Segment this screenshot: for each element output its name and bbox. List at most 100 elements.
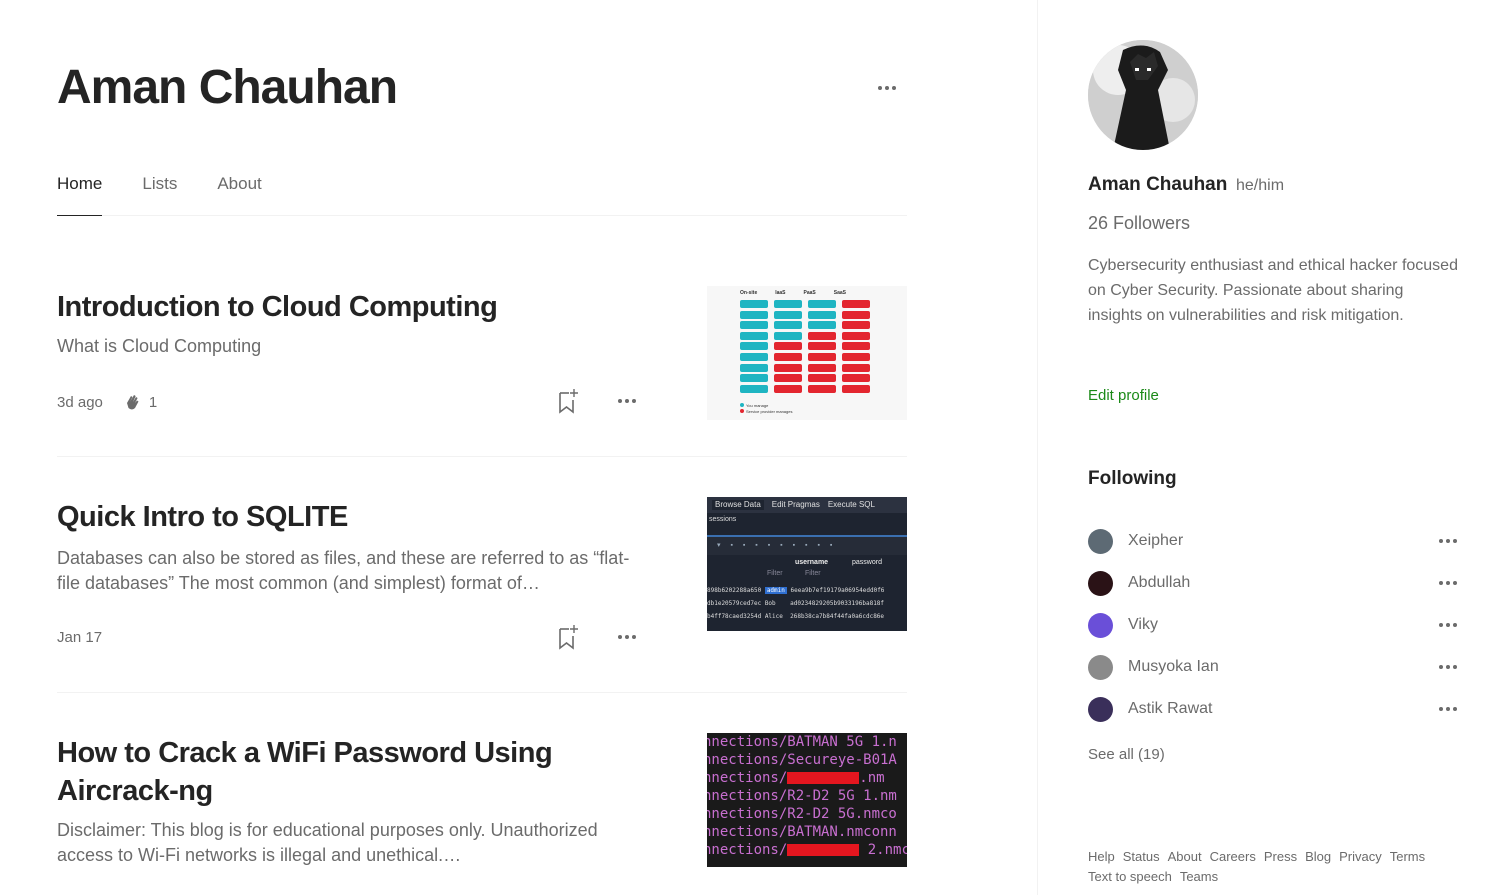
thumbnail-terminal: nnections/BATMAN 5G 1.n nnections/Securey…	[707, 733, 907, 859]
thumb-cell	[774, 331, 802, 340]
thumbnail-headers: On-site IaaS PaaS SaaS	[740, 290, 846, 296]
article-title[interactable]: How to Crack a WiFi Password Using Aircr…	[57, 734, 657, 810]
thumb-cell	[774, 342, 802, 351]
bookmark-add-icon[interactable]	[557, 388, 579, 414]
thumb-cell	[740, 363, 768, 372]
redaction-bar	[787, 844, 860, 856]
following-item[interactable]: Abdullah	[1088, 562, 1460, 604]
footer-link-blog[interactable]: Blog	[1305, 848, 1331, 865]
more-options-icon[interactable]	[1436, 573, 1460, 593]
thumb-table-label: sessions	[709, 516, 737, 523]
article-card: How to Crack a WiFi Password Using Aircr…	[57, 708, 907, 895]
thumb-cell	[808, 352, 836, 361]
thumb-cell	[842, 300, 870, 308]
thumb-filter: Filter	[805, 570, 821, 577]
thumb-cell	[774, 300, 802, 308]
thumb-tab: Edit Pragmas	[771, 500, 820, 509]
thumb-col: password	[852, 559, 882, 566]
avatar[interactable]	[1088, 40, 1198, 150]
thumb-header: On-site	[740, 290, 758, 296]
footer-link-status[interactable]: Status	[1123, 848, 1160, 865]
thumb-cell	[808, 384, 836, 393]
more-options-icon[interactable]	[1436, 699, 1460, 719]
more-options-icon[interactable]	[1436, 531, 1460, 551]
footer-link-careers[interactable]: Careers	[1210, 848, 1256, 865]
following-name[interactable]: Musyoka Ian	[1128, 658, 1219, 676]
pronoun-label: he/him	[1236, 177, 1285, 194]
thumb-cell	[740, 384, 768, 393]
thumb-cell	[808, 363, 836, 372]
article-thumbnail[interactable]: Browse Data Edit Pragmas Execute SQL ses…	[707, 497, 907, 631]
edit-profile-link[interactable]: Edit profile	[1088, 387, 1159, 404]
tab-lists[interactable]: Lists	[142, 170, 177, 216]
clap-button[interactable]: 1	[123, 392, 157, 412]
article-date: 3d ago	[57, 393, 103, 411]
more-options-icon[interactable]	[870, 76, 904, 100]
terminal-line: nnections/.nm	[707, 770, 885, 786]
article-date: Jan 17	[57, 629, 103, 646]
thumb-cell	[808, 374, 836, 383]
article-card: Introduction to Cloud Computing What is …	[57, 262, 907, 457]
article-thumbnail[interactable]: nnections/BATMAN 5G 1.n nnections/Securey…	[707, 733, 907, 867]
thumb-row: db1e20579ced7ec Bob ad0234829205b9033196…	[707, 600, 885, 607]
terminal-line: nnections/R2-D2 5G 1.nm	[707, 788, 897, 804]
thumb-cell	[842, 310, 870, 319]
following-heading: Following	[1088, 468, 1177, 489]
footer-link-about[interactable]: About	[1168, 848, 1202, 865]
thumbnail-tabs: Browse Data Edit Pragmas Execute SQL	[707, 497, 907, 513]
avatar	[1088, 570, 1113, 596]
article-more-icon[interactable]	[612, 391, 642, 411]
footer-link-text-to-speech[interactable]: Text to speech	[1088, 868, 1172, 885]
footer-link-privacy[interactable]: Privacy	[1339, 848, 1382, 865]
bookmark-add-icon[interactable]	[557, 624, 579, 650]
footer-link-terms[interactable]: Terms	[1390, 848, 1425, 865]
article-more-icon[interactable]	[612, 627, 642, 647]
following-item[interactable]: Viky	[1088, 604, 1460, 646]
thumb-tab: Execute SQL	[827, 500, 875, 509]
terminal-line: nnections/ 2.nmc	[707, 842, 907, 858]
following-item[interactable]: Xeipher	[1088, 520, 1460, 562]
legend-item: You manage	[746, 403, 769, 408]
avatar	[1088, 528, 1113, 554]
more-options-icon[interactable]	[1436, 657, 1460, 677]
thumb-cell	[808, 321, 836, 330]
clap-count: 1	[148, 393, 158, 411]
following-item[interactable]: Astik Rawat	[1088, 688, 1460, 730]
avatar-image	[1088, 40, 1198, 150]
thumb-filter: Filter	[767, 570, 783, 577]
tab-home[interactable]: Home	[57, 170, 103, 216]
avatar	[1088, 654, 1113, 680]
more-options-icon[interactable]	[1436, 615, 1460, 635]
thumb-cell	[808, 331, 836, 340]
thumb-cell	[774, 310, 802, 319]
footer-link-teams[interactable]: Teams	[1180, 868, 1218, 885]
article-meta: Jan 17	[57, 629, 102, 646]
thumb-col: username	[795, 559, 829, 566]
article-card: Quick Intro to SQLITE Databases can also…	[57, 472, 907, 693]
terminal-line: nnections/Secureye-B01A	[707, 752, 897, 768]
thumb-cell	[808, 310, 836, 319]
terminal-line: nnections/BATMAN.nmconn	[707, 824, 897, 840]
thumbnail-legend: You manage Service provider manages	[740, 403, 792, 415]
sidebar-name[interactable]: Aman Chauhan	[1088, 174, 1227, 196]
following-name[interactable]: Astik Rawat	[1128, 700, 1212, 718]
thumb-cell	[774, 352, 802, 361]
following-item[interactable]: Musyoka Ian	[1088, 646, 1460, 688]
article-title[interactable]: Quick Intro to SQLITE	[57, 498, 657, 536]
footer-link-press[interactable]: Press	[1264, 848, 1297, 865]
thumb-cell	[774, 321, 802, 330]
followers-count[interactable]: 26 Followers	[1088, 213, 1190, 234]
article-thumbnail[interactable]: On-site IaaS PaaS SaaS You manage Servic…	[707, 286, 907, 420]
following-list: Xeipher Abdullah Viky Musyoka Ian Astik …	[1088, 520, 1460, 730]
article-title[interactable]: Introduction to Cloud Computing	[57, 288, 657, 326]
main-column: Aman Chauhan Home Lists About Introducti…	[0, 0, 1037, 895]
tab-about[interactable]: About	[217, 170, 261, 216]
thumb-cell	[740, 331, 768, 340]
following-name[interactable]: Xeipher	[1128, 532, 1183, 550]
thumb-cell	[842, 384, 870, 393]
following-name[interactable]: Abdullah	[1128, 574, 1190, 592]
see-all-link[interactable]: See all (19)	[1088, 746, 1165, 763]
article-subtitle: Databases can also be stored as files, a…	[57, 548, 630, 593]
footer-link-help[interactable]: Help	[1088, 848, 1115, 865]
following-name[interactable]: Viky	[1128, 616, 1158, 634]
